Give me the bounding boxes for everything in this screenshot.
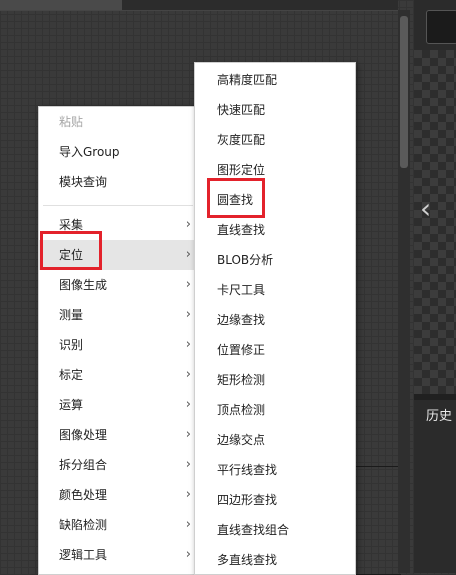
menu-item-label: 颜色处理 [59,488,108,502]
submenu-item-blob-analysis[interactable]: BLOB分析 [195,245,355,275]
chevron-right-icon: › [185,457,191,472]
submenu-item-parallel-line-find[interactable]: 平行线查找 [195,455,355,485]
submenu-item-edge-find[interactable]: 边缘查找 [195,305,355,335]
submenu-item-label: 灰度匹配 [217,133,266,147]
submenu-item-label: 平行线查找 [217,463,278,477]
submenu-item-label: 高精度匹配 [217,73,278,87]
image-preview-slot[interactable] [426,10,456,44]
menu-item-measurement[interactable]: 测量 › [39,300,197,330]
menu-item-image-generation[interactable]: 图像生成 › [39,270,197,300]
menu-item-image-processing[interactable]: 图像处理 › [39,420,197,450]
submenu-item-label: 多直线查找 [217,553,278,567]
chevron-right-icon: › [185,337,191,352]
chevron-right-icon: › [185,247,191,262]
submenu-item-rectangle-detect[interactable]: 矩形检测 [195,365,355,395]
menu-item-label: 标定 [59,368,84,382]
menu-item-recognition[interactable]: 识别 › [39,330,197,360]
scrollbar-thumb[interactable] [400,16,408,168]
right-panel: ‹ 历史 [414,0,456,573]
highlight-box-location [40,231,102,270]
location-submenu: 高精度匹配 快速匹配 灰度匹配 图形定位 圆查找 直线查找 BLOB分析 卡尺工… [194,62,356,575]
submenu-item-label: 直线查找组合 [217,523,290,537]
previous-arrow-icon[interactable]: ‹ [420,195,431,223]
menu-item-module-query[interactable]: 模块查询 [39,167,197,197]
chevron-right-icon: › [185,367,191,382]
submenu-item-multi-line-find[interactable]: 多直线查找 [195,545,355,575]
panel-divider [414,394,456,400]
canvas-vertical-scrollbar[interactable] [398,10,410,573]
submenu-item-label: 边缘查找 [217,313,266,327]
submenu-item-label: 直线查找 [217,223,266,237]
submenu-item-position-correction[interactable]: 位置修正 [195,335,355,365]
submenu-item-label: 边缘交点 [217,433,266,447]
menu-item-label: 图像生成 [59,278,108,292]
submenu-item-label: 矩形检测 [217,373,266,387]
submenu-item-edge-intersection[interactable]: 边缘交点 [195,425,355,455]
submenu-item-fast-match[interactable]: 快速匹配 [195,95,355,125]
submenu-item-quadrilateral-find[interactable]: 四边形查找 [195,485,355,515]
chevron-right-icon: › [185,277,191,292]
top-toolbar [0,0,398,11]
menu-item-import-group[interactable]: 导入Group [39,137,197,167]
menu-item-color-processing[interactable]: 颜色处理 › [39,480,197,510]
menu-item-calibration[interactable]: 标定 › [39,360,197,390]
menu-item-label: 导入Group [59,145,120,159]
menu-item-defect-detection[interactable]: 缺陷检测 › [39,510,197,540]
toolbar-tab[interactable] [0,0,122,10]
history-tab[interactable]: 历史 [426,405,452,424]
chevron-right-icon: › [185,217,191,232]
submenu-item-label: 位置修正 [217,343,266,357]
menu-item-label: 缺陷检测 [59,518,108,532]
context-menu: 粘贴 导入Group 模块查询 采集 › 定位 › 图像生成 › 测量 › 识别… [38,106,198,575]
submenu-item-caliper-tool[interactable]: 卡尺工具 [195,275,355,305]
highlight-box-circle-find [207,178,265,218]
menu-item-label: 模块查询 [59,175,108,189]
menu-item-label: 拆分组合 [59,458,108,472]
submenu-item-label: BLOB分析 [217,253,274,267]
submenu-item-line-find[interactable]: 直线查找 [195,215,355,245]
menu-item-logic-tools[interactable]: 逻辑工具 › [39,540,197,570]
menu-item-label: 图像处理 [59,428,108,442]
chevron-right-icon: › [185,307,191,322]
chevron-right-icon: › [185,547,191,562]
submenu-item-gray-match[interactable]: 灰度匹配 [195,125,355,155]
menu-item-paste[interactable]: 粘贴 [39,107,197,137]
chevron-right-icon: › [185,517,191,532]
submenu-item-label: 四边形查找 [217,493,278,507]
menu-item-label: 逻辑工具 [59,548,108,562]
menu-item-operation[interactable]: 运算 › [39,390,197,420]
chevron-right-icon: › [185,487,191,502]
submenu-item-line-find-combo[interactable]: 直线查找组合 [195,515,355,545]
menu-item-label: 测量 [59,308,84,322]
chevron-right-icon: › [185,397,191,412]
menu-separator [43,205,193,206]
menu-item-label: 运算 [59,398,84,412]
menu-item-split-combine[interactable]: 拆分组合 › [39,450,197,480]
submenu-item-label: 快速匹配 [217,103,266,117]
submenu-item-label: 顶点检测 [217,403,266,417]
menu-item-label: 粘贴 [59,115,84,129]
menu-item-label: 识别 [59,338,84,352]
submenu-item-vertex-detect[interactable]: 顶点检测 [195,395,355,425]
submenu-item-label: 卡尺工具 [217,283,266,297]
submenu-item-high-precision-match[interactable]: 高精度匹配 [195,65,355,95]
chevron-right-icon: › [185,427,191,442]
